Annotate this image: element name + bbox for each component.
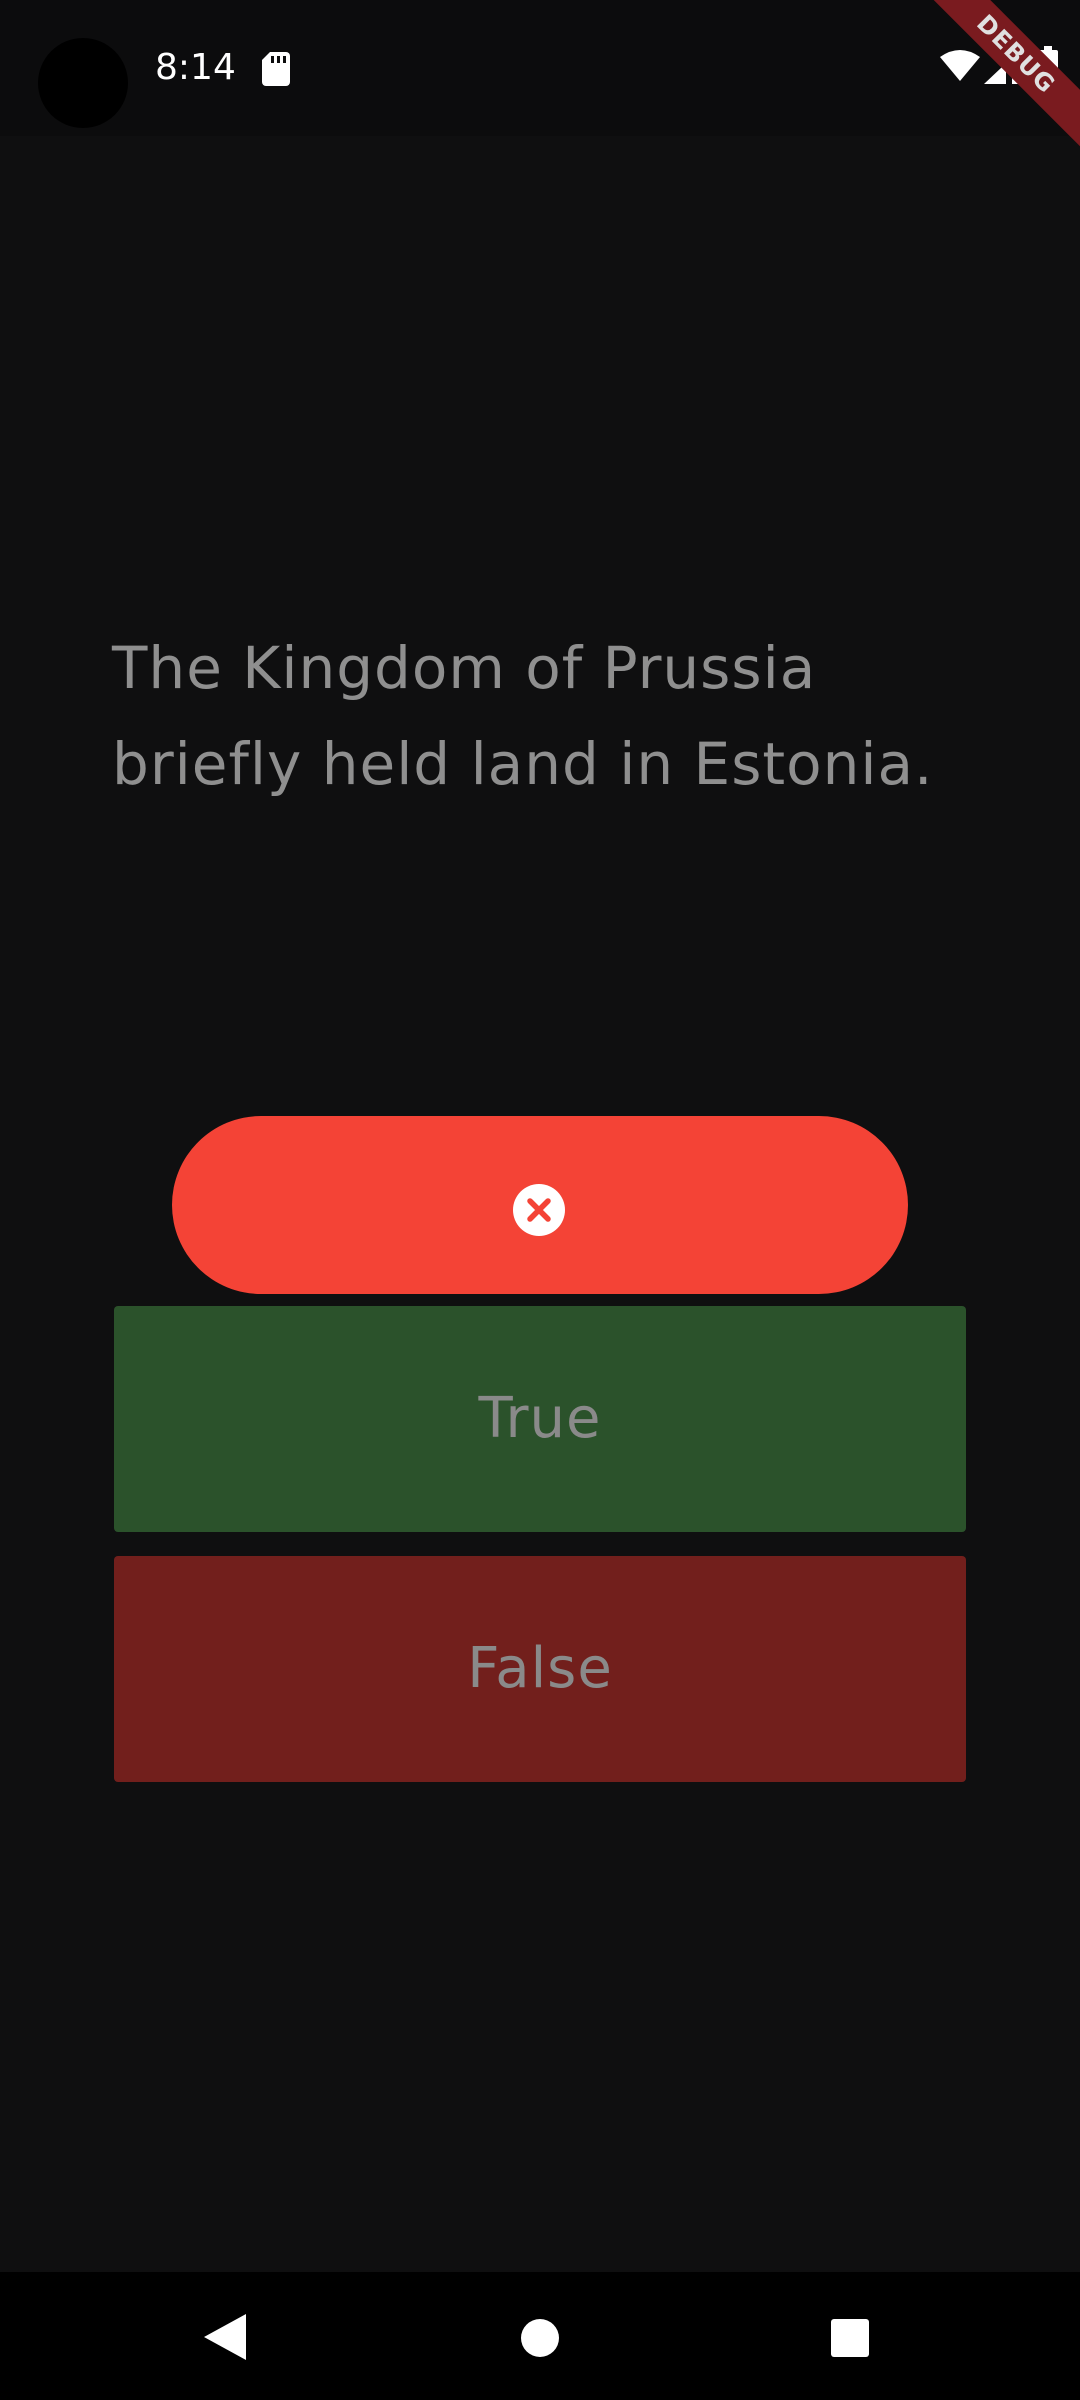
sd-card-icon: [262, 52, 290, 86]
back-icon[interactable]: [204, 2314, 246, 2360]
home-icon[interactable]: [520, 2318, 560, 2358]
question-text: The Kingdom of Prussia briefly held land…: [112, 634, 934, 798]
close-circle-icon: [513, 1184, 565, 1236]
false-button[interactable]: False: [114, 1556, 966, 1782]
quiz-screen: 8:14 DEBUG The Kingdom of Prussia briefl…: [0, 0, 1080, 2400]
wifi-icon: [940, 50, 980, 81]
battery-icon: [1038, 46, 1058, 84]
camera-cutout: [38, 38, 128, 128]
cellular-signal-icon: [984, 50, 1020, 84]
recents-icon[interactable]: [830, 2318, 870, 2358]
true-button[interactable]: True: [114, 1306, 966, 1532]
status-time: 8:14: [155, 47, 236, 88]
